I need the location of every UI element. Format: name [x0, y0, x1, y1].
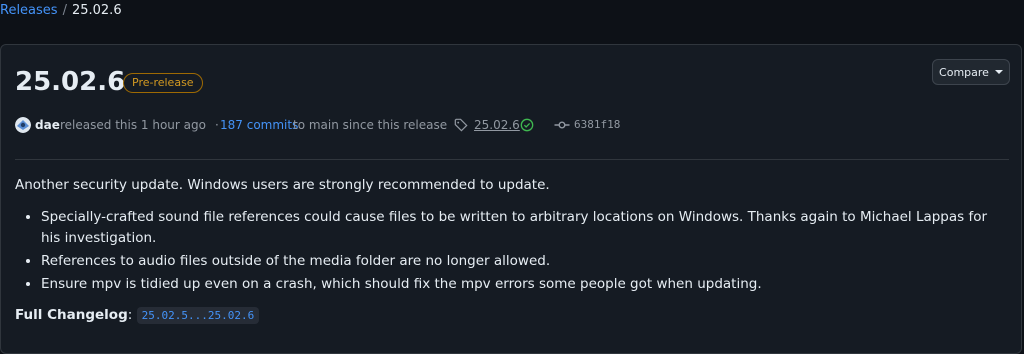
tag-icon — [454, 118, 468, 138]
verified-check-icon[interactable] — [520, 118, 534, 138]
prerelease-badge: Pre-release — [123, 73, 203, 93]
breadcrumb: Releases / 25.02.6 — [0, 3, 122, 18]
tag-link[interactable]: 25.02.6 — [474, 115, 520, 135]
release-meta: dae released this 1 hour ago · 187 commi… — [15, 115, 715, 135]
full-changelog: Full Changelog: 25.02.5...25.02.6 — [15, 305, 1005, 326]
release-notes: Another security update. Windows users a… — [15, 175, 1005, 326]
released-time: released this 1 hour ago — [60, 118, 206, 132]
commits-link[interactable]: 187 commits — [220, 115, 298, 135]
release-card: 25.02.6 Pre-release Compare dae released… — [0, 44, 1022, 354]
author-link[interactable]: dae — [35, 115, 60, 135]
release-notes-list: Specially-crafted sound file references … — [15, 207, 1005, 295]
avatar[interactable] — [15, 117, 31, 133]
list-item: References to audio files outside of the… — [41, 251, 1005, 272]
changelog-compare-link[interactable]: 25.02.5...25.02.6 — [136, 307, 260, 324]
changelog-label: Full Changelog — [15, 307, 128, 323]
list-item: Specially-crafted sound file references … — [41, 207, 1005, 249]
commit-icon — [554, 118, 570, 138]
list-item: Ensure mpv is tidied up even on a crash,… — [41, 274, 1005, 295]
compare-label: Compare — [939, 65, 989, 79]
meta-dot: · — [215, 118, 219, 132]
compare-button[interactable]: Compare — [932, 59, 1010, 85]
breadcrumb-releases-link[interactable]: Releases — [0, 3, 58, 18]
changelog-colon: : — [127, 307, 133, 323]
breadcrumb-current: 25.02.6 — [71, 3, 122, 18]
release-title: 25.02.6 — [15, 67, 126, 97]
breadcrumb-separator: / — [62, 3, 67, 18]
commits-suffix: to main since this release — [293, 118, 448, 132]
commit-sha-link[interactable]: 6381f18 — [574, 115, 620, 135]
divider — [15, 159, 1009, 160]
release-notes-intro: Another security update. Windows users a… — [15, 177, 550, 193]
caret-down-icon — [994, 70, 1003, 74]
